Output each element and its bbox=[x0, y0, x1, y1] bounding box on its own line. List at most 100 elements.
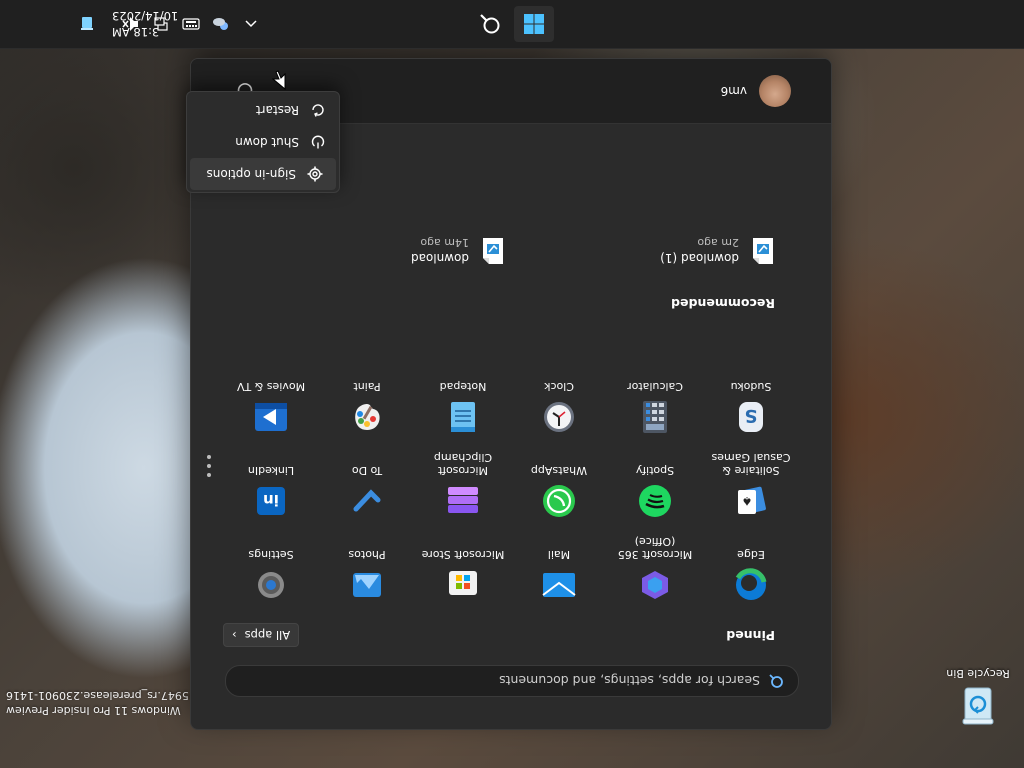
pinned-app-sudoku[interactable]: S Sudoku bbox=[703, 355, 799, 439]
clock-date: 10/14/2023 bbox=[112, 9, 179, 23]
document-icon bbox=[483, 238, 503, 264]
user-account-button[interactable]: vm6 bbox=[721, 75, 791, 107]
pinned-app-label: Microsoft Clipchamp bbox=[433, 451, 493, 477]
taskbar-clock[interactable]: 3:18 AM 10/14/2023 bbox=[112, 8, 178, 40]
pinned-app-calculator[interactable]: Calculator bbox=[607, 355, 703, 439]
pinned-app-spotify[interactable]: Spotify bbox=[607, 439, 703, 523]
recommended-item-time: 14m ago bbox=[420, 236, 469, 250]
microsoft-365-icon bbox=[637, 567, 673, 603]
notepad-icon bbox=[445, 399, 481, 435]
recommended-item[interactable]: download 14m ago bbox=[235, 231, 505, 271]
pinned-page-indicator[interactable] bbox=[207, 455, 211, 477]
page-dot bbox=[207, 473, 211, 477]
settings-icon bbox=[253, 567, 289, 603]
pinned-app-label: WhatsApp bbox=[530, 464, 588, 477]
pinned-app-label: Settings bbox=[248, 548, 294, 561]
pinned-app-notepad[interactable]: Notepad bbox=[415, 355, 511, 439]
pinned-app-settings[interactable]: Settings bbox=[223, 523, 319, 607]
pinned-app-label: Photos bbox=[348, 548, 386, 561]
pinned-app-whatsapp[interactable]: WhatsApp bbox=[511, 439, 607, 523]
avatar bbox=[759, 75, 791, 107]
pinned-app-label: Spotify bbox=[635, 464, 675, 477]
svg-text:S: S bbox=[745, 405, 758, 426]
taskbar: 3:18 AM 10/14/2023 bbox=[0, 0, 1024, 49]
weather-icon[interactable] bbox=[206, 9, 236, 39]
restart-icon bbox=[309, 101, 327, 119]
spotify-icon bbox=[637, 483, 673, 519]
calculator-icon bbox=[637, 399, 673, 435]
movies-tv-icon bbox=[253, 399, 289, 435]
notification-area bbox=[72, 0, 102, 48]
paint-icon bbox=[349, 399, 385, 435]
pinned-app-label: Edge bbox=[737, 548, 765, 561]
keyboard-icon[interactable] bbox=[176, 9, 206, 39]
svg-text:♠: ♠ bbox=[742, 494, 753, 508]
power-menu-label: Shut down bbox=[235, 135, 299, 149]
page-dot bbox=[207, 455, 211, 459]
sign-in-options-item[interactable]: Sign-in options bbox=[190, 158, 336, 190]
chevron-right-icon: › bbox=[232, 628, 237, 642]
pinned-app-linkedin[interactable]: in LinkedIn bbox=[223, 439, 319, 523]
pinned-app-label: Notepad bbox=[439, 380, 487, 393]
recommended-title: Recommended bbox=[671, 296, 775, 311]
start-search-box[interactable]: Search for apps, settings, and documents bbox=[225, 665, 799, 697]
all-apps-label: All apps bbox=[244, 628, 291, 642]
pinned-app-clipchamp[interactable]: Microsoft Clipchamp bbox=[415, 439, 511, 523]
pinned-app-label: Paint bbox=[353, 380, 381, 393]
pinned-app-label: Microsoft 365 (Office) bbox=[617, 535, 693, 561]
power-menu: Sign-in options Shut down Restart bbox=[186, 91, 340, 193]
pinned-app-solitaire[interactable]: ♠ Solitaire & Casual Games bbox=[703, 439, 799, 523]
pinned-apps-grid: Edge Microsoft 365 (Office) Mail Microso… bbox=[219, 355, 799, 607]
page-dot bbox=[207, 464, 211, 468]
recycle-notification-icon[interactable] bbox=[72, 9, 102, 39]
pinned-app-edge[interactable]: Edge bbox=[703, 523, 799, 607]
start-button[interactable] bbox=[514, 6, 554, 42]
pinned-app-label: Movies & TV bbox=[236, 380, 306, 393]
pinned-app-label: Mail bbox=[547, 548, 571, 561]
svg-text:in: in bbox=[263, 491, 279, 509]
power-menu-label: Restart bbox=[255, 103, 299, 117]
pinned-app-store[interactable]: Microsoft Store bbox=[415, 523, 511, 607]
recommended-item-time: 2m ago bbox=[697, 236, 739, 250]
clock-icon bbox=[541, 399, 577, 435]
recommended-item-name: download bbox=[410, 251, 469, 266]
mouse-cursor-icon bbox=[272, 70, 286, 90]
pinned-app-label: Solitaire & Casual Games bbox=[711, 451, 791, 477]
search-icon bbox=[480, 14, 500, 34]
pinned-app-photos[interactable]: Photos bbox=[319, 523, 415, 607]
pinned-app-label: Clock bbox=[544, 380, 574, 393]
recycle-bin[interactable]: Recycle Bin bbox=[940, 667, 1016, 728]
pinned-app-microsoft-365[interactable]: Microsoft 365 (Office) bbox=[607, 523, 703, 607]
windows-logo-icon bbox=[524, 14, 544, 34]
pinned-title: Pinned bbox=[726, 628, 775, 643]
taskbar-search-button[interactable] bbox=[470, 6, 510, 42]
shut-down-item[interactable]: Shut down bbox=[187, 126, 339, 158]
power-icon bbox=[309, 133, 327, 151]
sudoku-icon: S bbox=[733, 399, 769, 435]
chevron-up-icon[interactable] bbox=[236, 9, 266, 39]
linkedin-icon: in bbox=[253, 483, 289, 519]
gear-icon bbox=[306, 165, 324, 183]
recycle-bin-label: Recycle Bin bbox=[946, 667, 1010, 680]
pinned-app-clock[interactable]: Clock bbox=[511, 355, 607, 439]
recommended-list: download (1) 2m ago download 14m ago bbox=[235, 231, 775, 271]
user-name: vm6 bbox=[720, 84, 747, 98]
store-icon bbox=[445, 567, 481, 603]
clock-time: 3:18 AM bbox=[112, 25, 160, 39]
pinned-app-label: LinkedIn bbox=[247, 464, 295, 477]
pinned-app-movies-tv[interactable]: Movies & TV bbox=[223, 355, 319, 439]
photos-icon bbox=[349, 567, 385, 603]
clipchamp-icon bbox=[445, 483, 481, 519]
todo-icon bbox=[349, 483, 385, 519]
pinned-app-todo[interactable]: To Do bbox=[319, 439, 415, 523]
search-placeholder: Search for apps, settings, and documents bbox=[499, 673, 760, 689]
restart-item[interactable]: Restart bbox=[187, 94, 339, 126]
pinned-app-label: Calculator bbox=[627, 380, 683, 393]
all-apps-button[interactable]: All apps › bbox=[223, 623, 300, 647]
solitaire-icon: ♠ bbox=[733, 483, 769, 519]
edge-icon bbox=[733, 567, 769, 603]
pinned-app-paint[interactable]: Paint bbox=[319, 355, 415, 439]
pinned-app-mail[interactable]: Mail bbox=[511, 523, 607, 607]
mail-icon bbox=[541, 567, 577, 603]
recommended-item[interactable]: download (1) 2m ago bbox=[505, 231, 775, 271]
